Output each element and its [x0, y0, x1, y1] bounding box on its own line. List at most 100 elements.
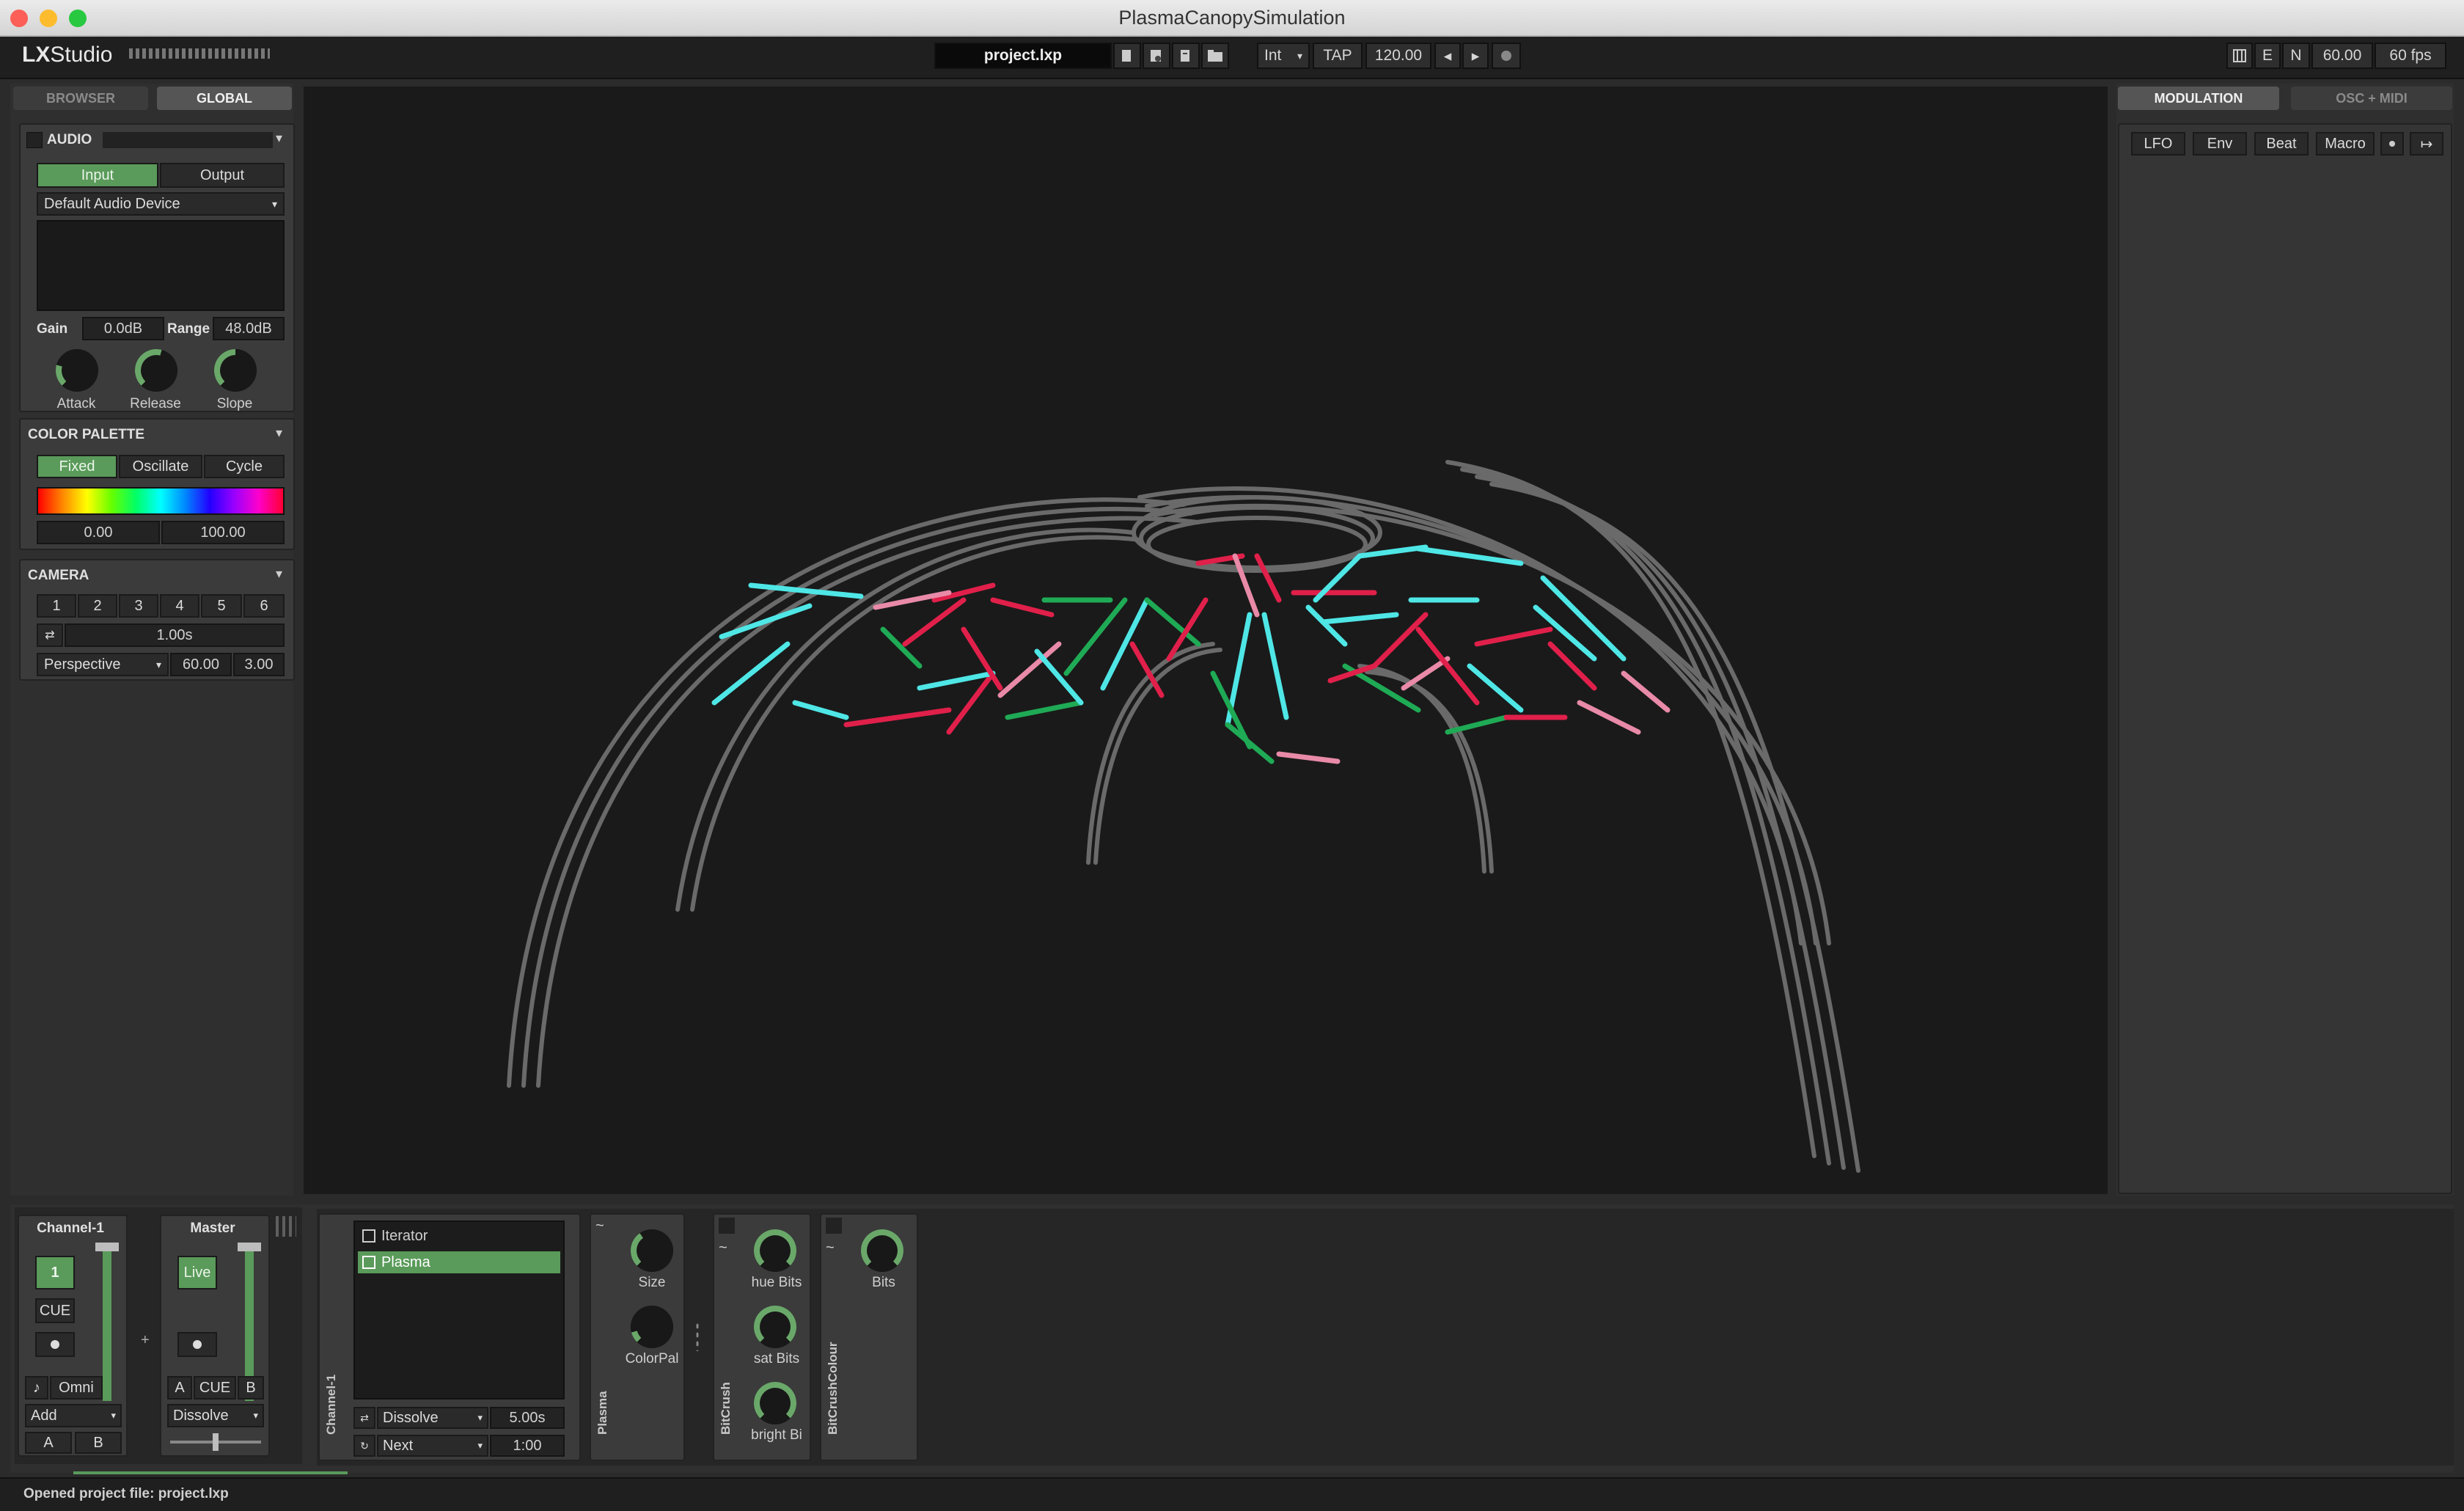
pattern-transition-select[interactable]: Dissolve ▾	[377, 1407, 488, 1429]
master-cue-button[interactable]: CUE	[194, 1376, 236, 1400]
camera-duration-field[interactable]: 1.00s	[65, 623, 285, 647]
master-live-button[interactable]: Live	[177, 1256, 217, 1289]
auto-cycle-select[interactable]: Next ▾	[377, 1435, 488, 1457]
size-knob[interactable]	[631, 1229, 673, 1272]
camera-preset-5[interactable]: 5	[201, 594, 242, 618]
nudge-up-button[interactable]: ▸	[1462, 43, 1489, 69]
device-drag-handle[interactable]	[695, 1322, 700, 1351]
channel-crossfade-b[interactable]: B	[75, 1432, 122, 1454]
palette-cycle-button[interactable]: Cycle	[204, 455, 285, 478]
camera-preset-4[interactable]: 4	[160, 594, 199, 618]
add-channel-icon[interactable]: +	[141, 1332, 150, 1349]
tab-modulation[interactable]: MODULATION	[2118, 87, 2279, 110]
palette-fixed-button[interactable]: Fixed	[37, 455, 117, 478]
new-project-icon[interactable]	[1113, 43, 1141, 69]
hue-spectrum-slider[interactable]	[37, 487, 285, 515]
tab-browser[interactable]: BROWSER	[13, 87, 148, 110]
save-as-icon[interactable]	[1172, 43, 1200, 69]
transition-enable-icon[interactable]: ⇄	[353, 1407, 375, 1429]
modulation-tilde-icon[interactable]: ~	[719, 1240, 727, 1256]
tab-global[interactable]: GLOBAL	[157, 87, 292, 110]
crossfader[interactable]	[170, 1433, 261, 1451]
add-lfo-button[interactable]: LFO	[2131, 132, 2185, 156]
sat-bits-knob[interactable]	[754, 1306, 796, 1348]
bpm-field[interactable]: 120.00	[1365, 43, 1431, 69]
channel-enable-button[interactable]: 1	[35, 1256, 75, 1289]
palette-min-field[interactable]: 0.00	[37, 521, 160, 544]
pattern-item-plasma[interactable]: Plasma	[358, 1251, 560, 1273]
plasma-device-label: Plasma	[595, 1391, 609, 1435]
canopy-visualization	[507, 460, 1860, 1173]
tempo-sync-button[interactable]	[1492, 43, 1521, 69]
nudge-down-button[interactable]: ◂	[1434, 43, 1461, 69]
3d-viewport[interactable]	[304, 87, 2108, 1194]
range-field[interactable]: 48.0dB	[213, 317, 285, 340]
audio-enable-toggle[interactable]	[26, 132, 43, 148]
release-knob[interactable]	[135, 349, 177, 392]
camera-preset-6[interactable]: 6	[243, 594, 285, 618]
master-cue-a[interactable]: A	[167, 1376, 192, 1400]
audio-title: AUDIO	[47, 132, 92, 147]
camera-fov-field[interactable]: 60.00	[170, 653, 232, 676]
camera-preset-3[interactable]: 3	[119, 594, 158, 618]
modulation-section: LFO Env Beat Macro ↦	[2118, 123, 2452, 1194]
pattern-item-iterator[interactable]: Iterator	[358, 1225, 560, 1247]
hue-bits-knob[interactable]	[754, 1229, 796, 1272]
transition-time-field[interactable]: 5.00s	[490, 1407, 565, 1429]
add-beat-button[interactable]: Beat	[2254, 132, 2309, 156]
add-modulator-dot-icon[interactable]	[2380, 132, 2404, 156]
audio-output-button[interactable]: Output	[160, 163, 285, 188]
palette-collapse-icon[interactable]: ▾	[276, 425, 282, 441]
auto-cycle-icon[interactable]: ↻	[353, 1435, 375, 1457]
bright-bits-knob[interactable]	[754, 1382, 796, 1424]
attack-knob[interactable]	[56, 349, 98, 392]
audio-collapse-icon[interactable]: ▾	[276, 131, 282, 146]
map-arrow-icon[interactable]: ↦	[2410, 132, 2443, 156]
camera-section: CAMERA ▾ 1 2 3 4 5 6 ⇄ 1.00s Perspective…	[19, 559, 295, 681]
tap-tempo-button[interactable]: TAP	[1313, 43, 1363, 69]
modulation-tilde-icon[interactable]: ~	[826, 1240, 835, 1256]
project-file-name[interactable]: project.lxp	[934, 43, 1112, 69]
camera-preset-2[interactable]: 2	[78, 594, 117, 618]
channel-midi-note-icon[interactable]: ♪	[25, 1376, 48, 1400]
camera-preset-1[interactable]: 1	[37, 594, 76, 618]
channel-blend-select[interactable]: Add ▾	[25, 1404, 122, 1427]
modulation-tilde-icon[interactable]: ~	[595, 1218, 604, 1234]
open-folder-icon[interactable]	[1201, 43, 1229, 69]
network-toggle-button[interactable]: N	[2282, 43, 2310, 69]
audio-device-select[interactable]: Default Audio Device ▾	[37, 192, 285, 216]
slope-knob[interactable]	[214, 349, 257, 392]
palette-oscillate-button[interactable]: Oscillate	[119, 455, 202, 478]
pane-layout-icon[interactable]	[2226, 43, 2253, 69]
bits-knob[interactable]	[861, 1229, 903, 1272]
colorpal-knob[interactable]	[631, 1306, 673, 1348]
auto-cycle-time-field[interactable]: 1:00	[490, 1435, 565, 1457]
channel-record-button[interactable]	[35, 1332, 75, 1357]
gain-field[interactable]: 0.0dB	[82, 317, 164, 340]
bitcrushcolour-enable-toggle[interactable]	[826, 1218, 842, 1234]
bitcrush-enable-toggle[interactable]	[719, 1218, 735, 1234]
master-record-button[interactable]	[177, 1332, 217, 1357]
palette-max-field[interactable]: 100.00	[161, 521, 285, 544]
camera-depth-field[interactable]: 3.00	[233, 653, 285, 676]
add-macro-button[interactable]: Macro	[2316, 132, 2375, 156]
channel-crossfade-a[interactable]: A	[25, 1432, 72, 1454]
grid-view-icon[interactable]	[276, 1216, 296, 1237]
clock-mode-select[interactable]: Int ▾	[1257, 43, 1310, 69]
bits-label: Bits	[872, 1275, 895, 1290]
projection-select[interactable]: Perspective ▾	[37, 653, 169, 676]
camera-interpolate-icon[interactable]: ⇄	[37, 623, 63, 647]
channel-fader[interactable]	[95, 1243, 119, 1401]
camera-collapse-icon[interactable]: ▾	[276, 566, 282, 582]
fps-readout: 60 fps	[2375, 43, 2446, 69]
audio-input-button[interactable]: Input	[37, 163, 158, 188]
engine-toggle-button[interactable]: E	[2254, 43, 2281, 69]
save-project-icon[interactable]	[1143, 43, 1170, 69]
tab-osc-midi[interactable]: OSC + MIDI	[2291, 87, 2452, 110]
channel-midi-input[interactable]: Omni	[50, 1376, 103, 1400]
frame-rate-field[interactable]: 60.00	[2311, 43, 2373, 69]
master-cue-b[interactable]: B	[238, 1376, 264, 1400]
channel-cue-button[interactable]: CUE	[35, 1298, 75, 1323]
master-transition-select[interactable]: Dissolve ▾	[167, 1404, 264, 1427]
add-env-button[interactable]: Env	[2193, 132, 2247, 156]
